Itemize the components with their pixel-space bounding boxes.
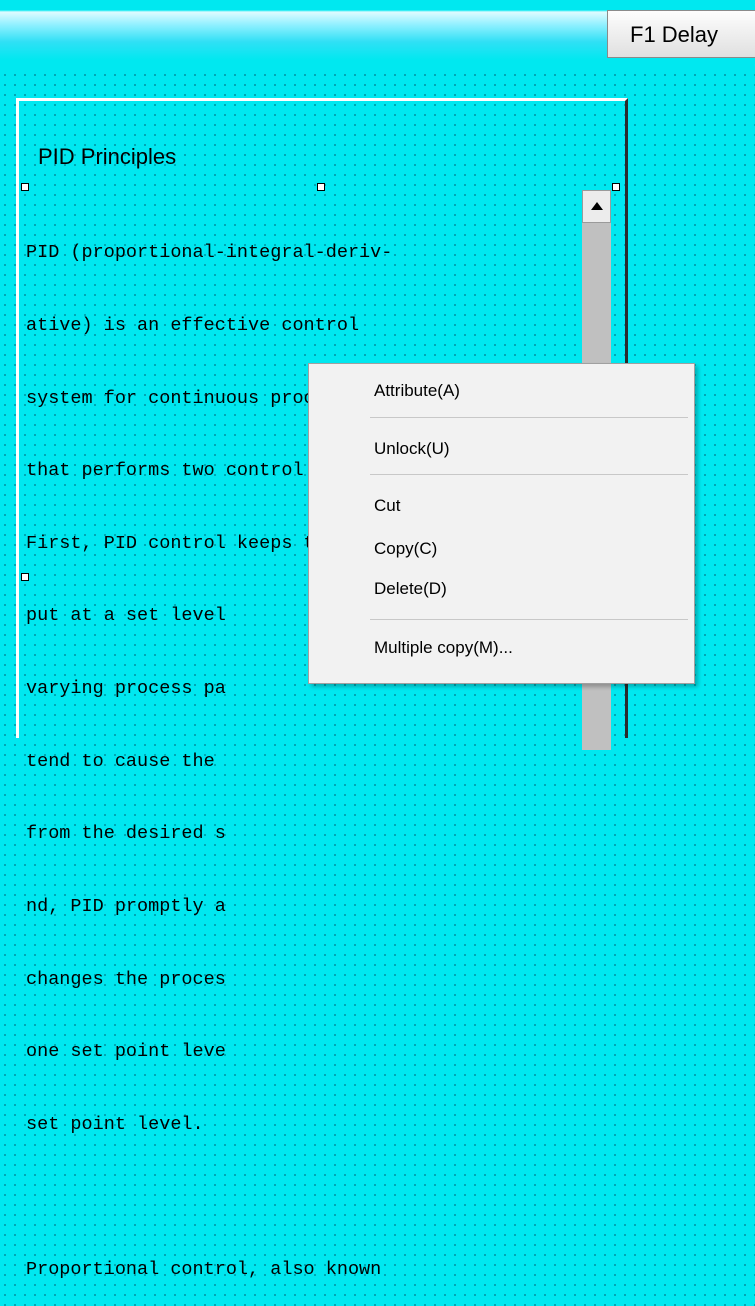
- resize-handle-top-right[interactable]: [612, 183, 620, 191]
- menu-item-multiple-copy[interactable]: Multiple copy(M)...: [374, 638, 513, 658]
- text-line: tend to cause the: [26, 750, 215, 772]
- menu-item-attribute[interactable]: Attribute(A): [374, 381, 460, 401]
- resize-handle-left[interactable]: [21, 573, 29, 581]
- panel-title: PID Principles: [38, 144, 177, 169]
- text-line: one set point leve: [26, 1041, 226, 1063]
- menu-item-copy[interactable]: Copy(C): [374, 539, 437, 559]
- menu-item-unlock[interactable]: Unlock(U): [374, 439, 450, 459]
- menu-separator: [370, 619, 688, 620]
- text-line: PID (proportional-integral-deriv-: [26, 242, 393, 264]
- f1-delay-button[interactable]: F1 Delay: [607, 10, 755, 58]
- text-line: changes the proces: [26, 968, 226, 990]
- scroll-up-button[interactable]: [582, 190, 611, 223]
- up-arrow-icon: [591, 202, 603, 210]
- text-line: ative) is an effective control: [26, 315, 360, 337]
- context-menu: Attribute(A) Unlock(U) Cut Copy(C) Delet…: [308, 363, 695, 684]
- menu-item-cut[interactable]: Cut: [374, 496, 400, 516]
- text-line: nd, PID promptly a: [26, 895, 226, 917]
- resize-handle-top-left[interactable]: [21, 183, 29, 191]
- text-box[interactable]: PID (proportional-integral-deriv- ative)…: [26, 193, 586, 1306]
- menu-separator: [370, 417, 688, 418]
- menu-item-delete[interactable]: Delete(D): [374, 579, 447, 599]
- text-line: from the desired s: [26, 823, 226, 845]
- resize-handle-top[interactable]: [317, 183, 325, 191]
- text-line: set point level.: [26, 1113, 204, 1135]
- text-line: Proportional control, also known: [26, 1258, 382, 1280]
- text-line: [26, 1185, 586, 1209]
- menu-separator: [370, 474, 688, 475]
